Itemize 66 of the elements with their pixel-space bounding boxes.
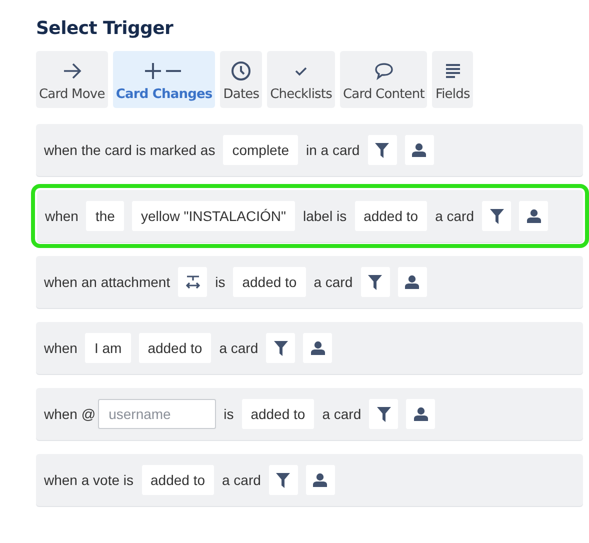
option-button[interactable]: the (86, 201, 124, 231)
trigger-text: is (224, 406, 234, 422)
filter-button[interactable] (266, 333, 296, 363)
person-icon (313, 473, 328, 487)
member-button[interactable] (519, 201, 548, 231)
trigger-text: a card (435, 208, 474, 224)
filter-icon (375, 142, 390, 158)
filter-button[interactable] (268, 465, 298, 495)
trigger-tab[interactable]: Card Changes (112, 51, 216, 108)
trigger-text: a card (314, 274, 353, 290)
clock-icon (230, 60, 252, 82)
trigger-text: a card (322, 406, 362, 422)
username-field[interactable]: username (98, 399, 216, 429)
trigger-text: label is (302, 208, 347, 224)
member-button[interactable] (398, 267, 427, 297)
trigger-row[interactable]: when a vote is added to a card (36, 454, 583, 506)
option-button[interactable]: complete (223, 135, 298, 165)
text-arrows-icon (186, 275, 200, 289)
trigger-row[interactable]: when the card is marked as complete in a card (36, 124, 583, 176)
trigger-tab[interactable]: Checklists (267, 51, 335, 108)
trigger-tab[interactable]: Card Move (36, 51, 108, 108)
option-button[interactable]: added to (142, 465, 214, 495)
trigger-text: when (44, 340, 78, 356)
filter-button[interactable] (360, 267, 390, 297)
filter-icon (368, 274, 382, 290)
filter-button[interactable] (368, 135, 397, 165)
filter-button[interactable] (482, 201, 511, 231)
trigger-text: a card (219, 340, 258, 356)
option-button[interactable]: yellow "INSTALACIÓN" (132, 201, 295, 231)
filter-icon (490, 208, 504, 224)
trigger-row[interactable]: when I am added to a card (36, 322, 583, 374)
filter-icon (376, 406, 391, 422)
member-button[interactable] (303, 333, 332, 363)
option-button[interactable]: added to (242, 399, 314, 429)
option-button[interactable]: added to (138, 333, 212, 363)
speech-bubble-icon (372, 60, 395, 82)
trigger-text: when an attachment (44, 274, 170, 290)
member-button[interactable] (406, 399, 436, 429)
trigger-text: when (45, 208, 78, 224)
option-button[interactable]: I am (85, 333, 131, 363)
trigger-tab[interactable]: Dates (220, 51, 262, 108)
trigger-text: when a vote is (44, 472, 134, 488)
trigger-row[interactable]: when the yellow "INSTALACIÓN" label is added to a card (37, 190, 583, 242)
trigger-row[interactable]: when @ username is added to a card (36, 388, 583, 440)
section-title: Select Trigger (36, 18, 174, 39)
filter-icon (274, 340, 288, 356)
trigger-text: a card (222, 472, 261, 488)
member-button[interactable] (404, 135, 434, 165)
trigger-tab[interactable]: Fields (432, 51, 473, 108)
person-icon (526, 209, 540, 223)
filter-button[interactable] (369, 399, 398, 429)
person-icon (412, 143, 426, 157)
option-button[interactable]: added to (233, 267, 306, 297)
person-icon (405, 275, 420, 289)
option-button[interactable]: added to (354, 201, 428, 231)
trigger-text: when the card is marked as (44, 142, 216, 158)
person-icon (414, 407, 428, 421)
person-icon (310, 341, 325, 355)
member-button[interactable] (306, 465, 335, 495)
trigger-tab[interactable]: Card Content (340, 51, 428, 108)
filter-icon (276, 472, 290, 488)
trigger-row[interactable]: when an attachment is added to a card (36, 256, 583, 308)
trigger-text: is (215, 274, 226, 290)
attachment-button[interactable] (178, 267, 208, 297)
trigger-text: in a card (306, 142, 360, 158)
trigger-text: when @ (44, 406, 96, 422)
